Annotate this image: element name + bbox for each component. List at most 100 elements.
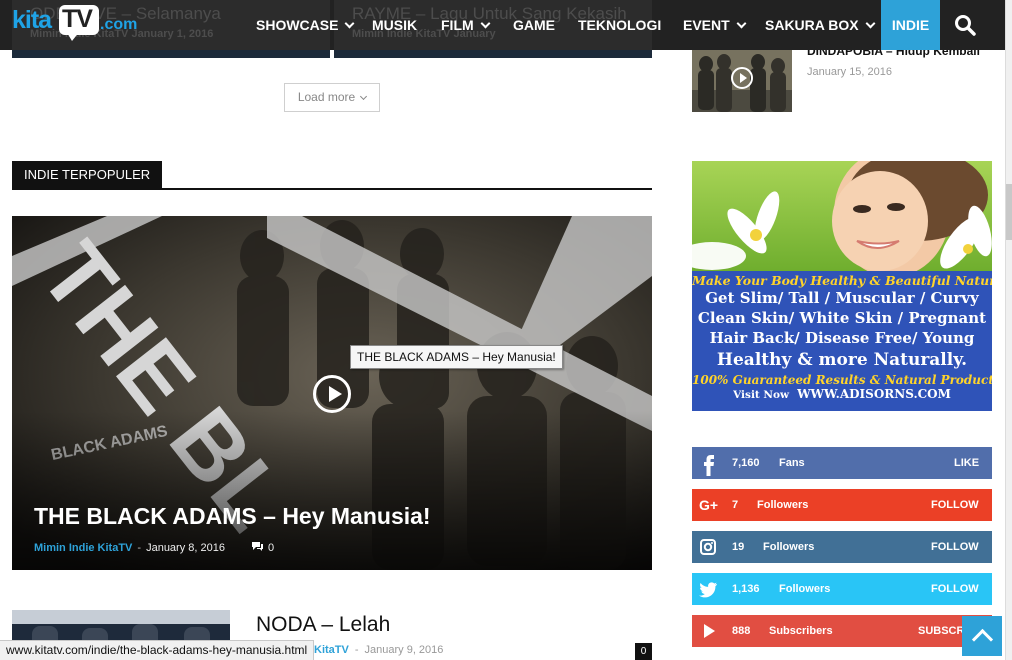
social-label: Followers xyxy=(757,499,809,511)
nav-item-label: SAKURA BOX xyxy=(765,17,859,33)
nav-item-label: INDIE xyxy=(891,17,930,33)
post-thumb-bottom-edge[interactable] xyxy=(12,50,330,58)
tooltip-text: THE BLACK ADAMS – Hey Manusia! xyxy=(357,350,556,364)
scroll-to-top-button[interactable] xyxy=(962,616,1002,656)
link-tooltip: THE BLACK ADAMS – Hey Manusia! xyxy=(350,345,563,369)
social-label: Followers xyxy=(779,583,831,595)
play-icon[interactable] xyxy=(313,375,351,413)
sidebar-post-thumbnail[interactable] xyxy=(692,50,792,112)
block-title-underline xyxy=(12,188,652,190)
page-scrollbar[interactable] xyxy=(1005,0,1012,660)
logo-com: .com xyxy=(100,16,138,33)
noda-post-meta: KitaTV - January 9, 2016 xyxy=(314,644,443,656)
ad-tagline: Make Your Body Healthy & Beautiful Natur… xyxy=(692,273,992,288)
social-count: 7 xyxy=(732,499,739,511)
nav-item-label: MUSIK xyxy=(372,17,418,33)
ad-image xyxy=(692,161,992,271)
hero-post-title[interactable]: THE BLACK ADAMS – Hey Manusia! xyxy=(34,503,431,530)
ad-line: Get Slim/ Tall / Muscular / Curvy xyxy=(705,289,979,307)
sidebar-post-date: January 15, 2016 xyxy=(807,66,893,78)
nav-item-label: TEKNOLOGI xyxy=(578,17,662,33)
play-icon[interactable] xyxy=(731,67,753,89)
ad-line: Clean Skin/ White Skin / Pregnant xyxy=(697,309,987,327)
social-label: Fans xyxy=(779,457,805,469)
load-more-label: Load more xyxy=(297,90,356,104)
ad-url: WWW.ADISORNS.COM xyxy=(797,387,951,401)
nav-item-label: SHOWCASE xyxy=(256,17,339,33)
ad-text-panel: Make Your Body Healthy & Beautiful Natur… xyxy=(692,271,992,411)
post-author-link[interactable]: Mimin Indie KitaTV xyxy=(34,542,132,554)
chevron-down-icon xyxy=(865,18,876,29)
scrollbar-thumb[interactable] xyxy=(1006,184,1012,240)
post-date: January 9, 2016 xyxy=(364,644,444,656)
meta-separator: - xyxy=(354,644,359,656)
social-count: 19 xyxy=(732,541,745,553)
social-action[interactable]: LIKE xyxy=(954,447,979,479)
chevron-down-icon xyxy=(345,18,355,29)
social-counter-youtube[interactable]: 888 Subscribers SUBSCRIBE xyxy=(692,615,992,647)
social-action[interactable]: FOLLOW xyxy=(931,531,979,563)
featured-post-hero[interactable]: THE BL BLACK ADAMS THE BLACK ADAMS – Hey… xyxy=(12,216,652,570)
ad-guarantee: 100% Guaranteed Results & Natural Produc… xyxy=(692,373,992,387)
chevron-down-icon xyxy=(480,18,491,29)
social-count: 888 xyxy=(732,625,751,637)
chevron-down-icon xyxy=(360,92,368,101)
meta-separator: - xyxy=(137,542,142,554)
load-more-button[interactable]: Load more xyxy=(284,83,380,112)
social-action[interactable]: FOLLOW xyxy=(931,489,979,521)
youtube-icon xyxy=(704,624,715,638)
ad-visit-line: Visit Now WWW.ADISORNS.COM xyxy=(692,387,992,401)
social-count: 1,136 xyxy=(732,583,760,595)
status-url: www.kitatv.com/indie/the-black-adams-hey… xyxy=(6,643,308,657)
social-action[interactable]: FOLLOW xyxy=(931,573,979,605)
nav-item-musik[interactable]: MUSIK xyxy=(372,0,417,50)
browser-status-bar: www.kitatv.com/indie/the-black-adams-hey… xyxy=(0,640,315,660)
search-button[interactable] xyxy=(940,0,992,50)
comment-count-badge[interactable]: 0 xyxy=(635,643,652,660)
social-counter-instagram[interactable]: 19 Followers FOLLOW xyxy=(692,531,992,563)
nav-item-indie[interactable]: INDIE xyxy=(881,0,940,50)
google-plus-icon: G+ xyxy=(699,497,718,513)
hero-post-meta: Mimin Indie KitaTV - January 8, 2016 0 xyxy=(34,541,274,554)
block-title-text: INDIE TERPOPULER xyxy=(24,167,151,182)
comment-count-value: 0 xyxy=(267,542,275,554)
advertisement-banner[interactable]: Make Your Body Healthy & Beautiful Natur… xyxy=(692,161,992,411)
social-counter-facebook[interactable]: 7,160 Fans LIKE xyxy=(692,447,992,479)
block-title: INDIE TERPOPULER xyxy=(12,161,163,189)
nav-item-label: EVENT xyxy=(683,17,730,33)
post-author-link[interactable]: KitaTV xyxy=(314,644,349,656)
logo-tv: TV xyxy=(62,5,93,33)
ad-line: Healthy & more Naturally. xyxy=(716,350,968,370)
site-logo[interactable]: kita TV .com xyxy=(12,4,142,46)
social-counter-google-plus[interactable]: G+ 7 Followers FOLLOW xyxy=(692,489,992,521)
svg-text:G+: G+ xyxy=(699,497,718,513)
post-thumb-bottom-edge[interactable] xyxy=(334,50,652,58)
noda-post-title[interactable]: NODA – Lelah xyxy=(256,613,390,637)
nav-item-label: FILM xyxy=(441,17,474,33)
ad-illustration xyxy=(692,161,992,271)
facebook-icon xyxy=(704,455,714,476)
social-count: 7,160 xyxy=(732,457,760,469)
nav-item-teknologi[interactable]: TEKNOLOGI xyxy=(578,0,661,50)
nav-item-event[interactable]: EVENT xyxy=(683,0,747,50)
nav-item-film[interactable]: FILM xyxy=(441,0,491,50)
search-icon xyxy=(955,15,976,36)
top-navbar: ODE LOVE – Selamanya Mimin Indie KitaTV … xyxy=(0,0,1005,50)
twitter-icon xyxy=(699,582,717,598)
nav-item-game[interactable]: GAME xyxy=(513,0,555,50)
ad-line: Hair Back/ Disease Free/ Young xyxy=(709,329,975,347)
comment-icon xyxy=(251,542,263,551)
post-date: January 8, 2016 xyxy=(146,542,225,554)
nav-item-sakura-box[interactable]: SAKURA BOX xyxy=(765,0,876,50)
ad-visit-prefix: Visit Now xyxy=(733,389,790,401)
social-counter-twitter[interactable]: 1,136 Followers FOLLOW xyxy=(692,573,992,605)
comment-count[interactable]: 0 xyxy=(251,542,274,554)
nav-item-label: GAME xyxy=(513,17,555,33)
social-label: Subscribers xyxy=(769,625,833,637)
chevron-down-icon xyxy=(736,18,747,29)
social-label: Followers xyxy=(763,541,815,553)
instagram-icon xyxy=(700,539,716,555)
nav-item-showcase[interactable]: SHOWCASE xyxy=(256,0,355,50)
logo-bubble-tail xyxy=(66,31,80,41)
logo-kita: kita xyxy=(12,6,52,34)
